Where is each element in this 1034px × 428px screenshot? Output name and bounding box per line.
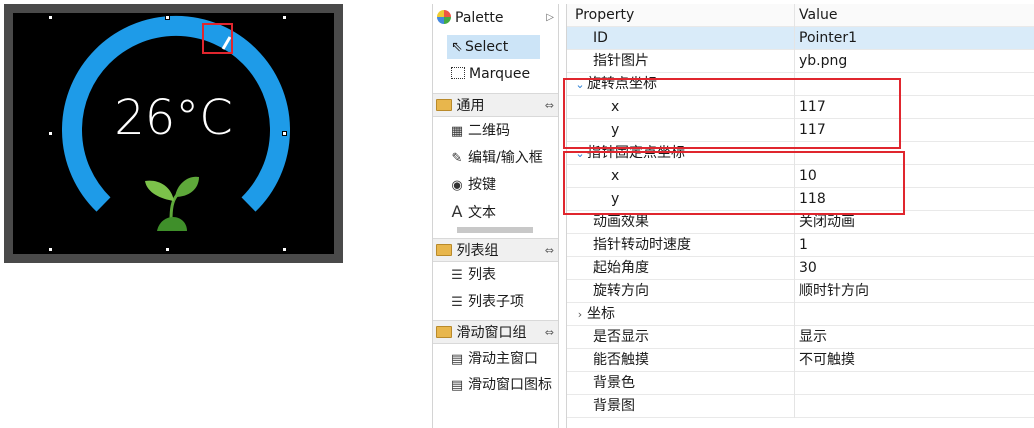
property-name: 背景色: [593, 375, 635, 391]
palette-item-button[interactable]: ◉ 按键: [433, 173, 574, 197]
item-label: 列表子项: [468, 294, 524, 310]
property-row[interactable]: 是否显示 显示: [567, 326, 1034, 349]
group-label: 滑动窗口组: [456, 325, 527, 341]
property-name: 背景图: [593, 398, 635, 414]
property-name: 指针图片: [593, 53, 649, 69]
design-preview-canvas[interactable]: 26°C: [4, 4, 343, 263]
group-label: 列表组: [456, 243, 499, 259]
property-row[interactable]: 能否触摸 不可触摸: [567, 349, 1034, 372]
palette-item-qrcode[interactable]: ▦ 二维码: [433, 119, 574, 143]
item-label: 二维码: [468, 123, 510, 139]
resize-handle[interactable]: [165, 15, 170, 20]
list-icon: ☰: [451, 295, 463, 310]
value-column-header[interactable]: Value: [799, 7, 837, 23]
property-row[interactable]: 起始角度 30: [567, 257, 1034, 280]
text-a-icon: A: [451, 202, 463, 221]
property-name: 能否触摸: [593, 352, 649, 368]
collapse-arrows-icon[interactable]: ⇔: [545, 239, 554, 263]
property-value[interactable]: 不可触摸: [799, 352, 855, 368]
palette-group-sliding-window[interactable]: 滑动窗口组 ⇔: [433, 320, 558, 344]
property-row[interactable]: 背景色: [567, 372, 1034, 395]
palette-collapse-icon[interactable]: ▷: [546, 6, 554, 30]
resize-handle[interactable]: [282, 247, 287, 252]
palette-item-sliding-icon[interactable]: ▤ 滑动窗口图标: [433, 374, 558, 422]
resize-handle[interactable]: [48, 247, 53, 252]
property-value[interactable]: 1: [799, 237, 808, 253]
palette-item-text[interactable]: A 文本: [433, 200, 574, 224]
pencil-icon: ✎: [451, 151, 463, 166]
property-value[interactable]: 顺时针方向: [799, 283, 869, 299]
item-label: 编辑/输入框: [468, 150, 543, 166]
tool-marquee-label: Marquee: [469, 66, 531, 82]
property-name: 是否显示: [593, 329, 649, 345]
tool-select[interactable]: ⇖ Select: [447, 35, 540, 59]
palette-group-list[interactable]: 列表组 ⇔: [433, 238, 558, 262]
property-sheet: Property Value ID Pointer1 指针图片 yb.png ⌄ 旋转点坐…: [563, 4, 1034, 428]
property-row[interactable]: 背景图: [567, 395, 1034, 418]
radio-button-icon: ◉: [451, 178, 463, 193]
property-name: 指针转动时速度: [593, 237, 691, 253]
item-label: 文本: [468, 205, 496, 221]
property-value[interactable]: 30: [799, 260, 817, 276]
property-row[interactable]: ID Pointer1: [567, 27, 1034, 50]
list-icon: ☰: [451, 268, 463, 283]
palette-item-edit-input[interactable]: ✎ 编辑/输入框: [433, 146, 574, 170]
folder-icon: [436, 99, 452, 111]
temperature-readout: 26°C: [114, 90, 233, 146]
collapse-arrows-icon[interactable]: ⇔: [545, 94, 554, 118]
marquee-icon: [451, 67, 465, 79]
tool-marquee[interactable]: Marquee: [447, 62, 572, 86]
palette-title: Palette: [455, 10, 504, 26]
collapse-arrows-icon[interactable]: ⇔: [545, 321, 554, 345]
property-name: 起始角度: [593, 260, 649, 276]
group-label: 通用: [456, 98, 485, 114]
resize-handle[interactable]: [282, 15, 287, 20]
palette-item-list[interactable]: ☰ 列表: [433, 263, 574, 287]
item-label: 按键: [468, 177, 496, 193]
folder-icon: [436, 326, 452, 338]
property-row[interactable]: 旋转方向 顺时针方向: [567, 280, 1034, 303]
qr-code-icon: ▦: [450, 124, 464, 139]
property-name: ID: [593, 30, 608, 46]
selected-pointer-highlight: [202, 23, 233, 54]
property-name: 旋转方向: [593, 283, 649, 299]
property-value[interactable]: yb.png: [799, 53, 847, 69]
property-row[interactable]: 指针转动时速度 1: [567, 234, 1034, 257]
grid-window-icon: ▤: [450, 378, 464, 393]
annotation-box-rotation-point: [563, 78, 901, 149]
item-label: 滑动窗口图标: [468, 377, 552, 393]
property-value[interactable]: 关闭动画: [799, 214, 855, 230]
folder-icon: [436, 244, 452, 256]
property-header-row: Property Value: [567, 4, 1034, 27]
property-name: 坐标: [587, 306, 615, 322]
palette-scroll-indicator[interactable]: [457, 227, 533, 233]
annotation-box-fixed-point: [563, 151, 905, 215]
palette-header[interactable]: Palette ▷: [433, 6, 562, 30]
property-row[interactable]: › 坐标: [567, 303, 1034, 326]
collapse-chevron-icon[interactable]: ›: [573, 303, 587, 326]
property-value[interactable]: 显示: [799, 329, 827, 345]
property-name: 动画效果: [593, 214, 649, 230]
resize-handle[interactable]: [48, 15, 53, 20]
grid-window-icon: ▤: [450, 352, 464, 367]
property-value[interactable]: Pointer1: [799, 30, 857, 46]
palette-icon: [437, 10, 451, 24]
palette-item-sliding-main[interactable]: ▤ 滑动主窗口: [433, 347, 574, 371]
resize-handle[interactable]: [165, 247, 170, 252]
item-label: 滑动主窗口: [468, 351, 538, 367]
property-row[interactable]: 指针图片 yb.png: [567, 50, 1034, 73]
resize-handle[interactable]: [282, 131, 287, 136]
resize-handle[interactable]: [48, 131, 53, 136]
palette-group-general[interactable]: 通用 ⇔: [433, 93, 558, 117]
item-label: 列表: [468, 267, 496, 283]
tool-select-label: Select: [465, 39, 509, 55]
arrow-pointer-icon: ⇖: [451, 39, 463, 55]
palette-item-list-child[interactable]: ☰ 列表子项: [433, 290, 574, 314]
palette-panel: Palette ▷ ⇖ Select Marquee 通用 ⇔ ▦ 二维码 ✎ 编辑/输…: [432, 4, 559, 428]
property-column-header[interactable]: Property: [575, 7, 634, 23]
plant-sprout-icon: [145, 176, 199, 231]
